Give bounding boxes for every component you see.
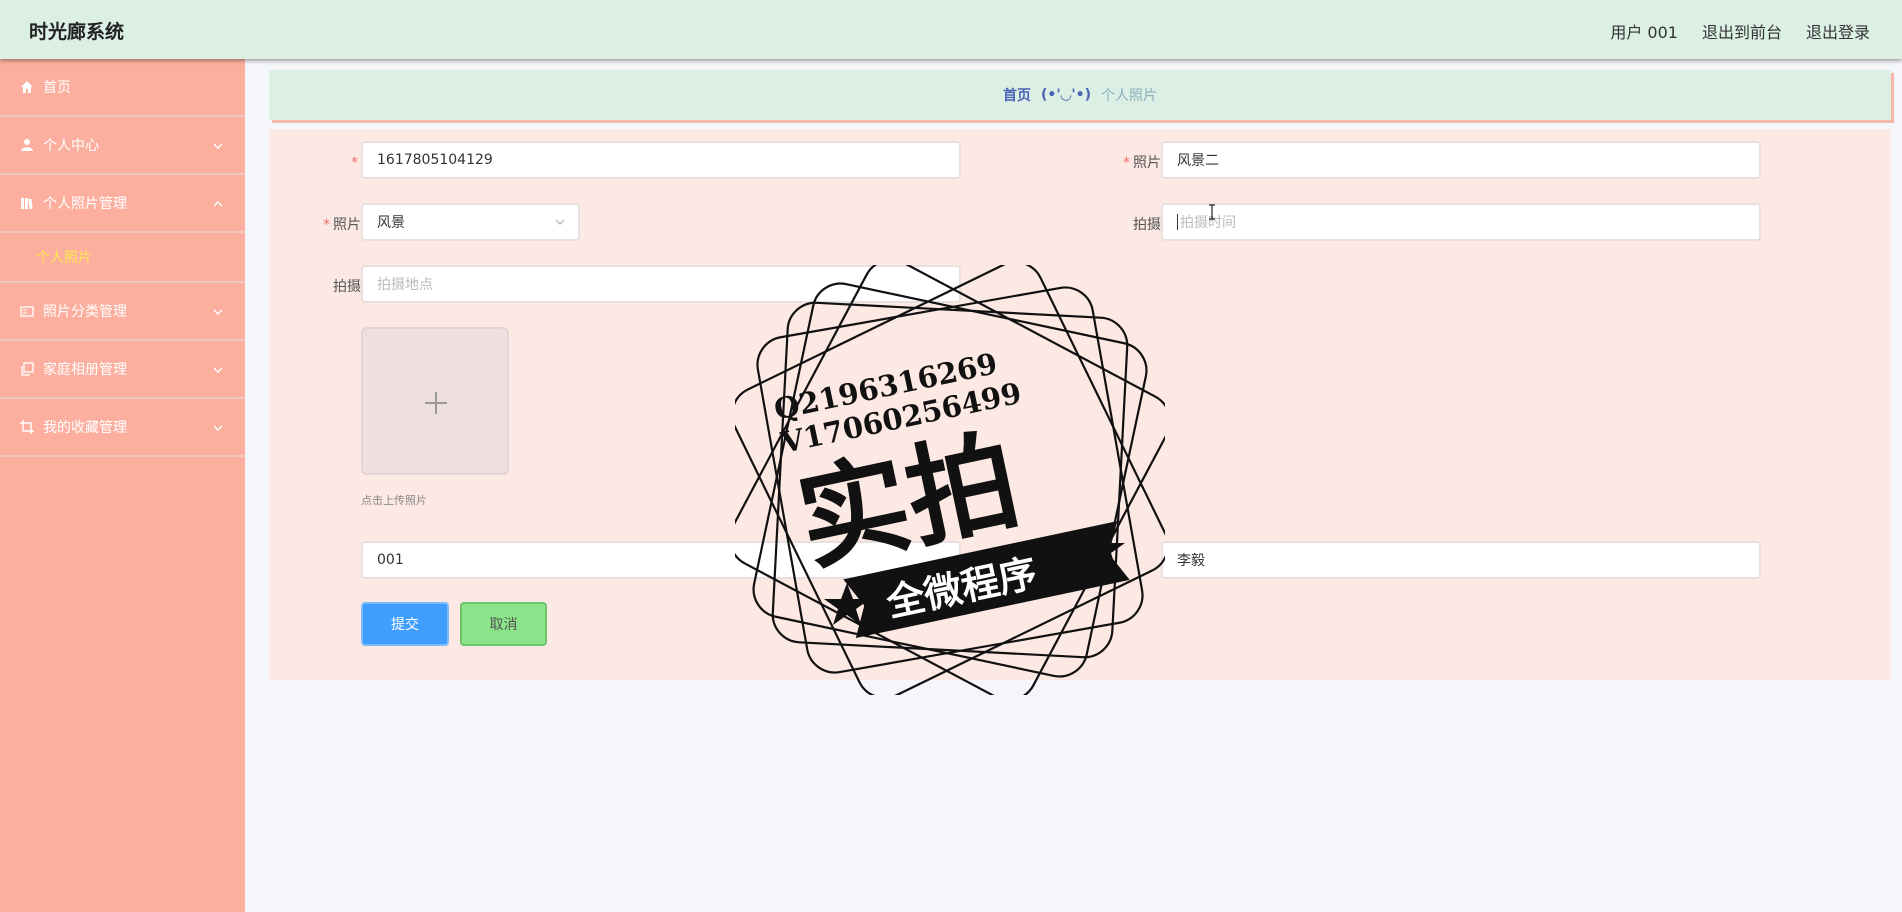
- book-icon: [19, 195, 35, 211]
- chevron-down-icon: [213, 309, 223, 315]
- breadcrumb-current: 个人照片: [1101, 88, 1158, 104]
- sidebar-subitem-personal-photo[interactable]: 个人照片: [0, 233, 245, 283]
- chevron-down-icon: [555, 219, 565, 225]
- breadcrumb-home[interactable]: 首页: [1003, 85, 1031, 105]
- account-input[interactable]: 001: [361, 541, 961, 579]
- breadcrumb: 首页 (•'◡'•) 个人照片: [269, 70, 1891, 120]
- submit-button[interactable]: 提交: [361, 602, 449, 646]
- cancel-button[interactable]: 取消: [460, 602, 547, 646]
- name-input[interactable]: 李毅: [1161, 541, 1761, 579]
- sidebar-item-label: 个人中心: [43, 138, 99, 154]
- user-icon: [19, 137, 35, 153]
- sidebar-item-category-management[interactable]: 照片分类管理: [0, 283, 245, 341]
- sidebar-item-label: 我的收藏管理: [43, 420, 127, 436]
- text-caret: [1177, 214, 1178, 230]
- logout-link[interactable]: 退出登录: [1806, 19, 1870, 43]
- home-icon: [19, 79, 35, 95]
- top-header: 时光廊系统 用户 001 退出到前台 退出登录: [0, 0, 1902, 59]
- sidebar-subitem-label: 个人照片: [36, 250, 92, 266]
- breadcrumb-separator: (•'◡'•): [1040, 87, 1092, 103]
- exit-to-front-link[interactable]: 退出到前台: [1702, 19, 1782, 43]
- text-cursor-icon: [1209, 204, 1215, 220]
- sidebar-item-personal-center[interactable]: 个人中心: [0, 117, 245, 175]
- chevron-down-icon: [213, 425, 223, 431]
- copy-icon: [19, 361, 35, 377]
- photo-name-input[interactable]: 风景二: [1161, 141, 1761, 179]
- chevron-down-icon: [213, 143, 223, 149]
- sidebar-item-label: 首页: [43, 80, 71, 96]
- category-select[interactable]: 风景: [361, 203, 580, 241]
- user-label[interactable]: 用户 001: [1610, 19, 1678, 43]
- top-links: 用户 001 退出到前台 退出登录: [1610, 19, 1870, 43]
- idcard-icon: [19, 303, 35, 319]
- photo-upload[interactable]: [361, 327, 509, 475]
- shoot-place-input[interactable]: 拍摄地点: [361, 265, 961, 303]
- photo-form: *编号 1617805104129 *照片名称 风景二 *照片分类 风景 拍摄时…: [269, 129, 1891, 680]
- app-title: 时光廊系统: [29, 21, 125, 43]
- sidebar-item-label: 家庭相册管理: [43, 362, 127, 378]
- chevron-down-icon: [213, 367, 223, 373]
- crop-icon: [19, 419, 35, 435]
- upload-hint: 点击上传照片: [361, 494, 427, 507]
- chevron-up-icon: [213, 201, 223, 207]
- shoot-time-input[interactable]: 拍摄时间: [1161, 203, 1761, 241]
- sidebar-item-family-album[interactable]: 家庭相册管理: [0, 341, 245, 399]
- sidebar-item-favorites[interactable]: 我的收藏管理: [0, 399, 245, 457]
- bianhao-input[interactable]: 1617805104129: [361, 141, 961, 179]
- sidebar: 首页 个人中心 个人照片管理 个人照片 照片分类管理 家庭相册管理 我的收藏管理: [0, 59, 245, 912]
- sidebar-item-home[interactable]: 首页: [0, 59, 245, 117]
- sidebar-item-label: 照片分类管理: [43, 304, 127, 320]
- sidebar-item-label: 个人照片管理: [43, 196, 127, 212]
- sidebar-item-photo-management[interactable]: 个人照片管理: [0, 175, 245, 233]
